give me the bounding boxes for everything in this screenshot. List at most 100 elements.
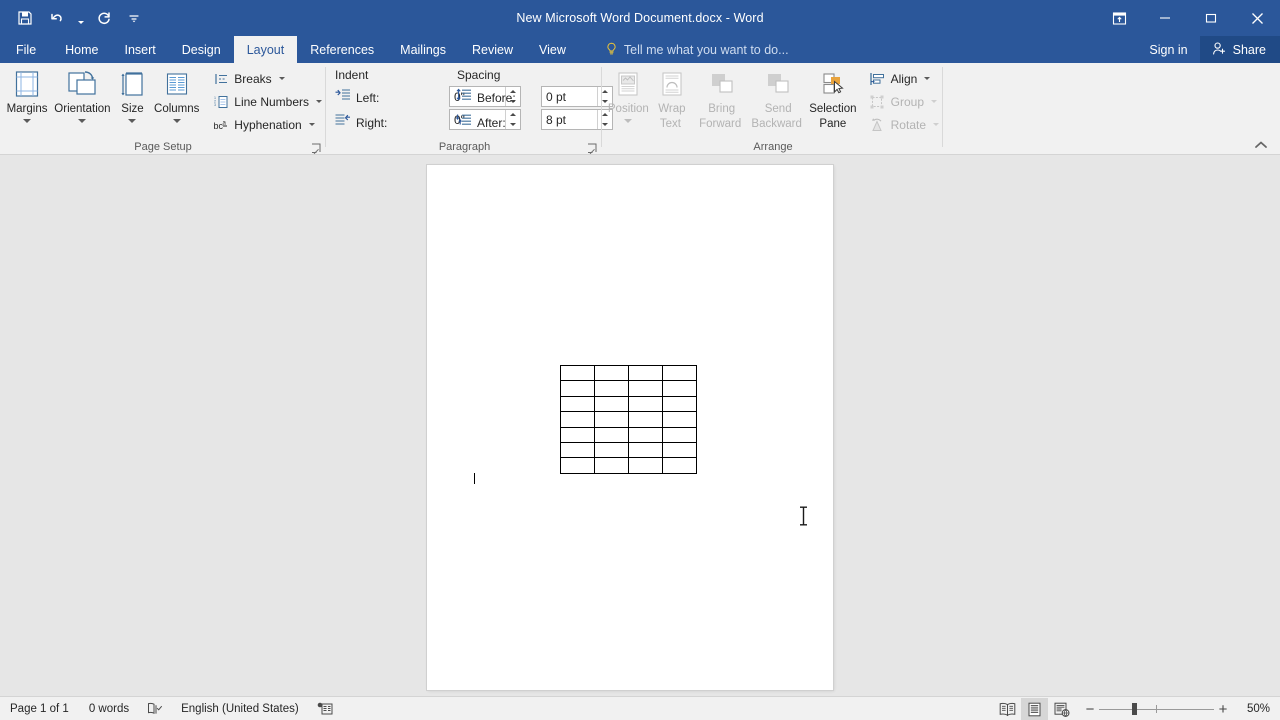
- line-numbers-button[interactable]: 123 Line Numbers: [208, 90, 326, 113]
- size-dropdown-icon[interactable]: [128, 119, 137, 123]
- table-cell[interactable]: [594, 426, 629, 443]
- table-cell[interactable]: [662, 441, 697, 459]
- document-page[interactable]: [427, 165, 833, 690]
- table-cell[interactable]: [560, 426, 595, 443]
- table-cell[interactable]: [594, 364, 629, 382]
- zoom-level-label[interactable]: 50%: [1238, 703, 1280, 715]
- tab-review[interactable]: Review: [459, 36, 526, 63]
- table-row[interactable]: [560, 395, 697, 413]
- word-count-status[interactable]: 0 words: [79, 697, 139, 720]
- table-cell[interactable]: [594, 395, 629, 413]
- table-row[interactable]: [560, 457, 697, 474]
- tab-insert[interactable]: Insert: [112, 36, 169, 63]
- undo-dropdown-icon[interactable]: [74, 4, 87, 32]
- hyphenation-button[interactable]: bc a Hyphenation: [208, 113, 326, 136]
- table-cell[interactable]: [628, 395, 663, 413]
- proofing-errors-icon[interactable]: [139, 697, 171, 720]
- view-read-mode-button[interactable]: [994, 698, 1021, 720]
- tab-file[interactable]: File: [0, 36, 53, 63]
- table-cell[interactable]: [628, 364, 663, 382]
- language-status[interactable]: English (United States): [171, 697, 309, 720]
- sign-in-button[interactable]: Sign in: [1137, 36, 1199, 63]
- table-cell[interactable]: [628, 441, 663, 459]
- macro-recording-icon[interactable]: [309, 697, 341, 720]
- close-icon[interactable]: [1234, 0, 1280, 36]
- document-table[interactable]: [560, 364, 697, 474]
- tab-view[interactable]: View: [526, 36, 579, 63]
- zoom-slider[interactable]: − +: [1075, 702, 1238, 717]
- zoom-slider-track[interactable]: [1099, 702, 1214, 716]
- customize-quick-access-toolbar-icon[interactable]: [121, 4, 147, 32]
- tab-references[interactable]: References: [297, 36, 387, 63]
- table-row[interactable]: [560, 380, 697, 397]
- table-cell[interactable]: [560, 395, 595, 413]
- table-cell[interactable]: [594, 411, 629, 428]
- position-dropdown-icon[interactable]: [624, 119, 633, 123]
- bring-forward-button[interactable]: Bring Forward: [694, 63, 749, 131]
- send-backward-button[interactable]: Send Backward: [749, 63, 807, 131]
- tab-home[interactable]: Home: [52, 36, 111, 63]
- group-dropdown-icon[interactable]: [931, 100, 937, 103]
- table-cell[interactable]: [560, 364, 595, 382]
- hyphenation-dropdown-icon[interactable]: [308, 123, 315, 126]
- selection-pane-button[interactable]: Selection Pane: [807, 63, 859, 131]
- restore-icon[interactable]: [1188, 0, 1234, 36]
- margins-button[interactable]: Margins: [2, 63, 52, 123]
- page-number-status[interactable]: Page 1 of 1: [0, 697, 79, 720]
- margins-dropdown-icon[interactable]: [23, 119, 32, 123]
- document-canvas[interactable]: [0, 156, 1280, 696]
- minimize-icon[interactable]: [1142, 0, 1188, 36]
- table-row[interactable]: [560, 441, 697, 459]
- share-button[interactable]: Share: [1199, 36, 1280, 63]
- collapse-ribbon-icon[interactable]: [1250, 135, 1272, 155]
- tab-mailings[interactable]: Mailings: [387, 36, 459, 63]
- table-cell[interactable]: [662, 364, 697, 382]
- redo-icon[interactable]: [89, 4, 119, 32]
- tab-layout[interactable]: Layout: [233, 36, 298, 63]
- wrap-text-button[interactable]: Wrap Text: [650, 63, 694, 131]
- save-icon[interactable]: [10, 4, 40, 32]
- table-cell[interactable]: [628, 411, 663, 428]
- table-cell[interactable]: [662, 395, 697, 413]
- rotate-dropdown-icon[interactable]: [933, 123, 939, 126]
- zoom-slider-handle[interactable]: [1132, 703, 1137, 715]
- table-cell[interactable]: [594, 441, 629, 459]
- breaks-dropdown-icon[interactable]: [278, 77, 285, 80]
- table-cell[interactable]: [560, 441, 595, 459]
- table-cell[interactable]: [628, 426, 663, 443]
- group-button[interactable]: Group: [865, 90, 943, 113]
- table-row[interactable]: [560, 364, 697, 382]
- view-web-layout-button[interactable]: [1048, 698, 1075, 720]
- columns-button[interactable]: Columns: [152, 63, 201, 123]
- table-cell[interactable]: [662, 426, 697, 443]
- table-row[interactable]: [560, 411, 697, 428]
- rotate-button[interactable]: Rotate: [865, 113, 943, 136]
- table-cell[interactable]: [662, 457, 697, 474]
- zoom-in-button[interactable]: +: [1214, 702, 1232, 717]
- table-cell[interactable]: [662, 411, 697, 428]
- table-row[interactable]: [560, 426, 697, 443]
- align-dropdown-icon[interactable]: [924, 77, 931, 80]
- tab-design[interactable]: Design: [169, 36, 234, 63]
- zoom-out-button[interactable]: −: [1081, 702, 1099, 717]
- page-setup-dialog-launcher[interactable]: [311, 141, 323, 155]
- table-cell[interactable]: [560, 411, 595, 428]
- line-numbers-dropdown-icon[interactable]: [316, 100, 322, 103]
- table-cell[interactable]: [662, 380, 697, 397]
- size-button[interactable]: Size: [113, 63, 152, 123]
- columns-dropdown-icon[interactable]: [172, 119, 181, 123]
- table-cell[interactable]: [594, 457, 629, 474]
- table-cell[interactable]: [628, 457, 663, 474]
- table-cell[interactable]: [560, 457, 595, 474]
- undo-icon[interactable]: [42, 4, 72, 32]
- tell-me-search[interactable]: Tell me what you want to do...: [605, 36, 789, 63]
- position-button[interactable]: Position: [607, 63, 650, 123]
- orientation-button[interactable]: Orientation: [52, 63, 113, 123]
- orientation-dropdown-icon[interactable]: [78, 119, 87, 123]
- spacing-before-input[interactable]: [542, 87, 597, 106]
- table-cell[interactable]: [594, 380, 629, 397]
- spacing-after-input[interactable]: [542, 110, 597, 129]
- align-button[interactable]: Align: [865, 67, 943, 90]
- breaks-button[interactable]: Breaks: [208, 67, 326, 90]
- table-cell[interactable]: [628, 380, 663, 397]
